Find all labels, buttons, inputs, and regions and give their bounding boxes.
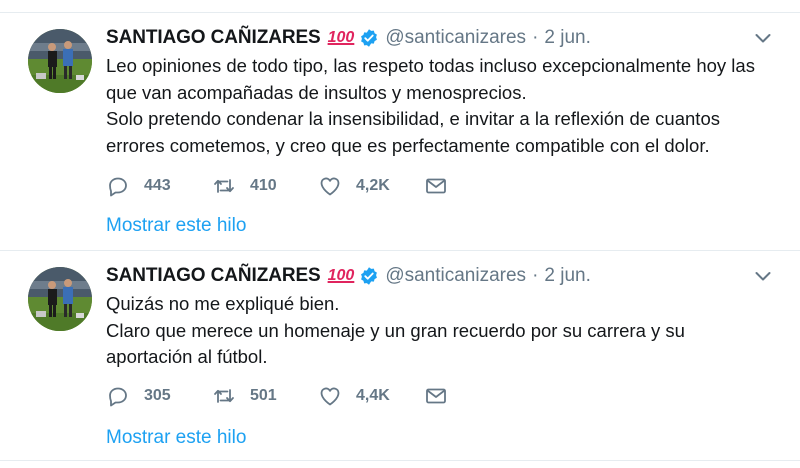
author-name[interactable]: SANTIAGO CAÑIZARES [106,265,321,287]
tweet[interactable]: SANTIAGO CAÑIZARES 100 @santicanizares ·… [0,12,800,250]
retweet-icon [214,389,234,403]
tweet-timestamp[interactable]: 2 jun. [544,27,590,49]
heart-icon [320,177,340,196]
avatar[interactable] [28,29,92,93]
separator-dot: · [532,265,539,286]
tweet-timestamp[interactable]: 2 jun. [544,265,590,287]
retweet-button[interactable]: 410 [212,173,318,199]
reply-button[interactable]: 443 [106,173,212,199]
tweet-text-line: Leo opiniones de todo tipo, las respeto … [106,55,755,103]
tweet-header: SANTIAGO CAÑIZARES 100 @santicanizares ·… [106,25,591,51]
reply-button[interactable]: 305 [106,383,212,409]
retweet-count: 501 [250,387,277,404]
retweet-button[interactable]: 501 [212,383,318,409]
show-thread-link[interactable]: Mostrar este hilo [106,215,246,237]
author-handle[interactable]: @santicanizares [385,27,526,49]
verified-badge-icon [361,267,378,285]
author-name[interactable]: SANTIAGO CAÑIZARES [106,27,321,49]
tweet-header: SANTIAGO CAÑIZARES 100 @santicanizares ·… [106,263,591,289]
chevron-down-icon[interactable] [754,29,772,47]
avatar-image [28,29,92,93]
chevron-down-icon[interactable] [754,267,772,285]
like-count: 4,2K [356,177,390,194]
tweet-text-line: Quizás no me expliqué bien. [106,293,340,314]
like-count: 4,4K [356,387,390,404]
tweet-text: Leo opiniones de todo tipo, las respeto … [106,53,776,159]
avatar-image [28,267,92,331]
heart-icon [320,387,340,406]
tweet-actions: 305 501 4,4K [106,383,454,409]
show-thread-link[interactable]: Mostrar este hilo [106,427,246,449]
reply-count: 305 [144,387,171,404]
envelope-icon [426,178,446,194]
retweet-count: 410 [250,177,277,194]
envelope-icon [426,388,446,404]
tweet-text-line: Claro que merece un homenaje y un gran r… [106,319,685,368]
reply-icon [109,387,127,407]
author-handle[interactable]: @santicanizares [385,265,526,287]
tweet-text: Quizás no me expliqué bien. Claro que me… [106,291,776,371]
retweet-icon [214,179,234,193]
like-button[interactable]: 4,2K [318,173,424,199]
tweet-feed: SANTIAGO CAÑIZARES 100 @santicanizares ·… [0,0,800,468]
direct-message-button[interactable] [424,173,454,199]
tweet-text-line: Solo pretendo condenar la insensibilidad… [106,108,720,156]
reply-icon [109,177,127,197]
tweet[interactable]: SANTIAGO CAÑIZARES 100 @santicanizares ·… [0,250,800,460]
divider [0,460,800,461]
avatar[interactable] [28,267,92,331]
separator-dot: · [532,27,539,48]
like-button[interactable]: 4,4K [318,383,424,409]
hundred-points-icon: 100 [327,29,355,46]
reply-count: 443 [144,177,171,194]
hundred-points-icon: 100 [327,267,355,284]
verified-badge-icon [361,29,378,47]
tweet-actions: 443 410 4,2K [106,173,454,199]
direct-message-button[interactable] [424,383,454,409]
